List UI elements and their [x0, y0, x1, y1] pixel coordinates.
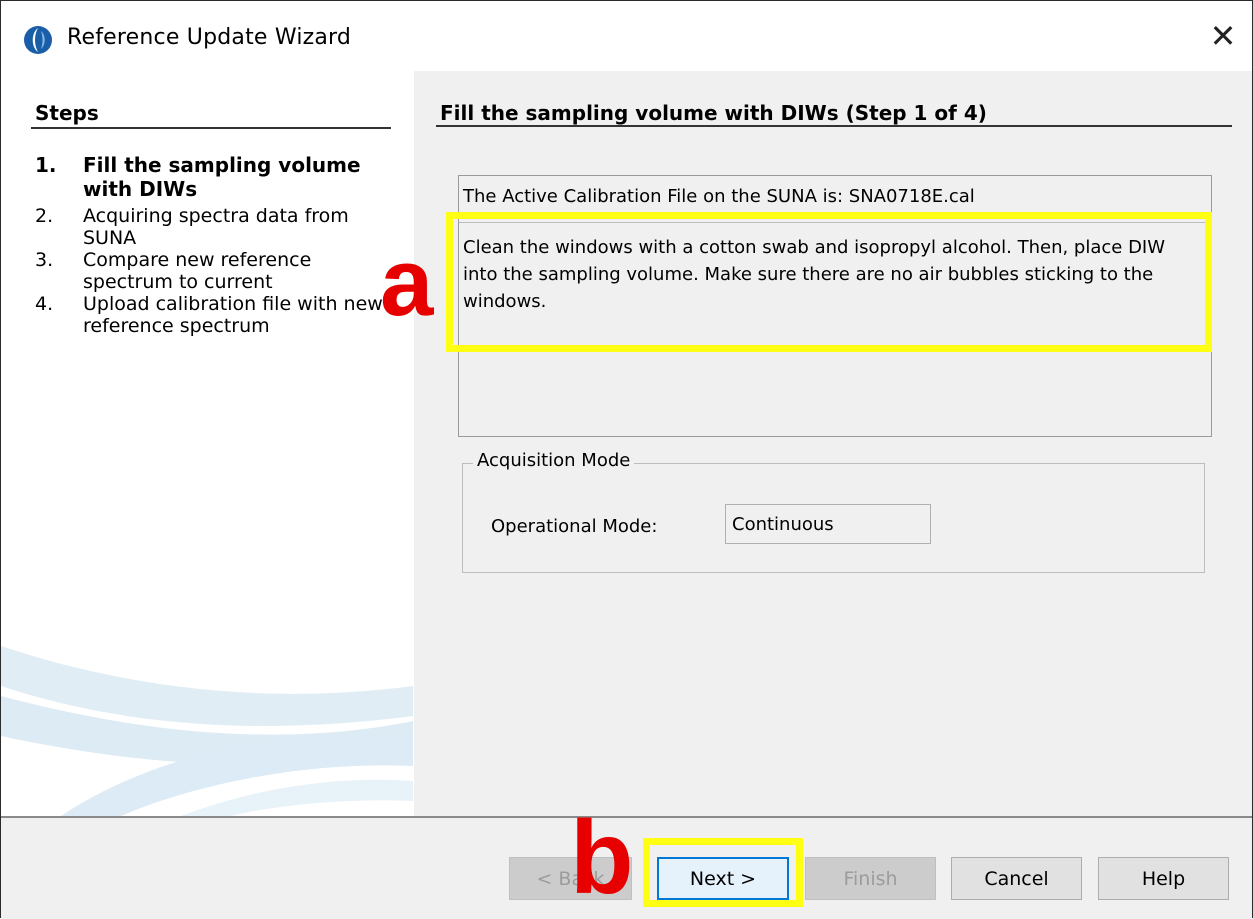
help-button[interactable]: Help: [1098, 857, 1229, 900]
wizard-window: Reference Update Wizard ✕ Steps 1. Fill …: [0, 0, 1253, 919]
decorative-swoosh: [1, 646, 413, 816]
step-2: 2. Acquiring spectra data from SUNA: [35, 205, 405, 249]
step-label: Compare new reference spectrum to curren…: [83, 249, 312, 293]
step-title: Fill the sampling volume with DIWs (Step…: [440, 101, 987, 125]
step-3: 3. Compare new reference spectrum to cur…: [35, 249, 405, 293]
suna-logo-icon: [24, 26, 52, 54]
instructions-highlight: [446, 212, 1212, 352]
annotation-marker-a: a: [380, 229, 434, 336]
content-panel: Fill the sampling volume with DIWs (Step…: [414, 71, 1252, 816]
operational-mode-label: Operational Mode:: [491, 516, 658, 537]
step-number: 4.: [35, 293, 54, 315]
step-number: 2.: [35, 205, 54, 227]
next-button-highlight: [643, 838, 803, 907]
step-4: 4. Upload calibration file with new refe…: [35, 293, 405, 337]
acquisition-mode-title: Acquisition Mode: [473, 450, 635, 471]
steps-divider: [31, 127, 391, 129]
step-number: 3.: [35, 249, 54, 271]
step-label: Fill the sampling volume with DIWs: [83, 153, 361, 201]
close-icon: ✕: [1209, 17, 1237, 55]
step-label: Upload calibration file with new referen…: [83, 293, 383, 337]
close-button[interactable]: ✕: [1194, 11, 1252, 61]
finish-button[interactable]: Finish: [805, 857, 936, 900]
step-label: Acquiring spectra data from SUNA: [83, 205, 349, 249]
cancel-button[interactable]: Cancel: [951, 857, 1082, 900]
active-calibration-text: The Active Calibration File on the SUNA …: [463, 186, 975, 207]
acquisition-mode-group: Acquisition Mode Operational Mode: Conti…: [462, 450, 1205, 573]
steps-list: 1. Fill the sampling volume with DIWs 2.…: [35, 153, 405, 337]
operational-mode-field[interactable]: Continuous: [725, 504, 931, 544]
step-1: 1. Fill the sampling volume with DIWs: [35, 153, 405, 205]
step-number: 1.: [35, 153, 57, 177]
steps-panel: Steps 1. Fill the sampling volume with D…: [1, 71, 413, 816]
steps-header: Steps: [35, 101, 99, 125]
content-divider: [436, 125, 1232, 127]
window-title: Reference Update Wizard: [67, 25, 352, 50]
title-bar: Reference Update Wizard ✕: [1, 1, 1252, 71]
annotation-marker-b: b: [570, 800, 634, 916]
